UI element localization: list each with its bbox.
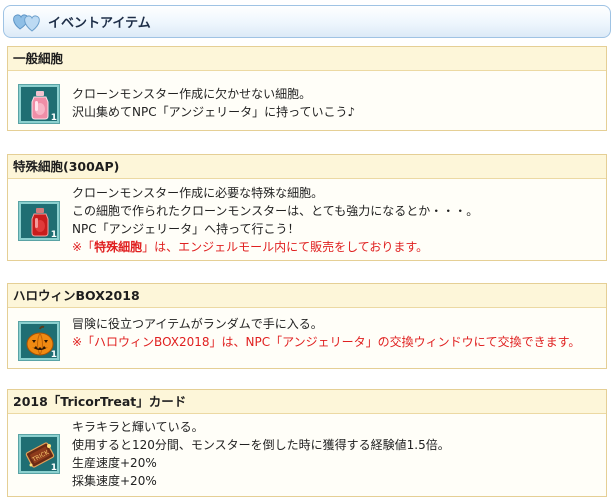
item-description-line: キラキラと輝いている。 [72,420,204,434]
item-description-line: 使用すると120分間、モンスターを倒した時に獲得する経験値1.5倍。 [72,438,450,452]
item-description-line: 冒険に役立つアイテムがランダムで手に入る。 [72,317,323,331]
item-quantity: 1 [50,463,57,473]
item-name: 2018「TricorTreat」カード [8,390,606,414]
item-description-line: 沢山集めてNPC「アンジェリータ」に持っていこう♪ [72,105,356,119]
section-title: イベントアイテム [48,16,151,31]
item-card-general-cell: 一般細胞 1 クローンモンスター作成に欠かせない細胞。 沢山集めてNPC「アンジ… [7,46,607,131]
item-card-halloween-box: ハロウィンBOX2018 1 冒険に役立つアイテムがランダムで手に入る。 ※「ハ… [7,283,607,369]
item-name: 一般細胞 [8,47,606,71]
item-name: 特殊細胞(300AP) [8,155,606,179]
item-icon-frame[interactable]: 1 [18,201,60,241]
item-icon-frame[interactable]: 1 [18,321,60,361]
item-description-line: 採集速度+20% [72,474,157,488]
item-description-line: クローンモンスター作成に欠かせない細胞。 [72,87,312,101]
item-name: ハロウィンBOX2018 [8,284,606,308]
item-description-line: NPC「アンジェリータ」へ持って行こう！ [72,222,300,236]
item-note: ※「ハロウィンBOX2018」は、NPC「アンジェリータ」の交換ウィンドウにて交… [72,335,581,349]
item-quantity: 1 [50,113,57,123]
section-header: イベントアイテム [3,5,611,38]
item-icon-frame[interactable]: 1 [18,84,60,124]
item-card-special-cell: 特殊細胞(300AP) 1 クローンモンスター作成に必要な特殊な細胞。 この細胞… [7,154,607,261]
item-quantity: 1 [50,350,57,360]
item-description-line: クローンモンスター作成に必要な特殊な細胞。 [72,186,324,200]
item-icon-frame[interactable]: TRICK 1 [18,434,60,474]
item-note: ※「特殊細胞」は、エンジェルモール内にて販売をしております。 [72,240,429,254]
item-description-line: この細胞で作られたクローンモンスターは、とても強力になるとか・・・。 [72,204,479,218]
item-description-line: 生産速度+20% [72,456,157,470]
hearts-icon [10,9,46,35]
item-quantity: 1 [50,230,57,240]
item-card-trick-or-treat-card: 2018「TricorTreat」カード TRICK 1 キラキラと輝いている。… [7,389,607,497]
